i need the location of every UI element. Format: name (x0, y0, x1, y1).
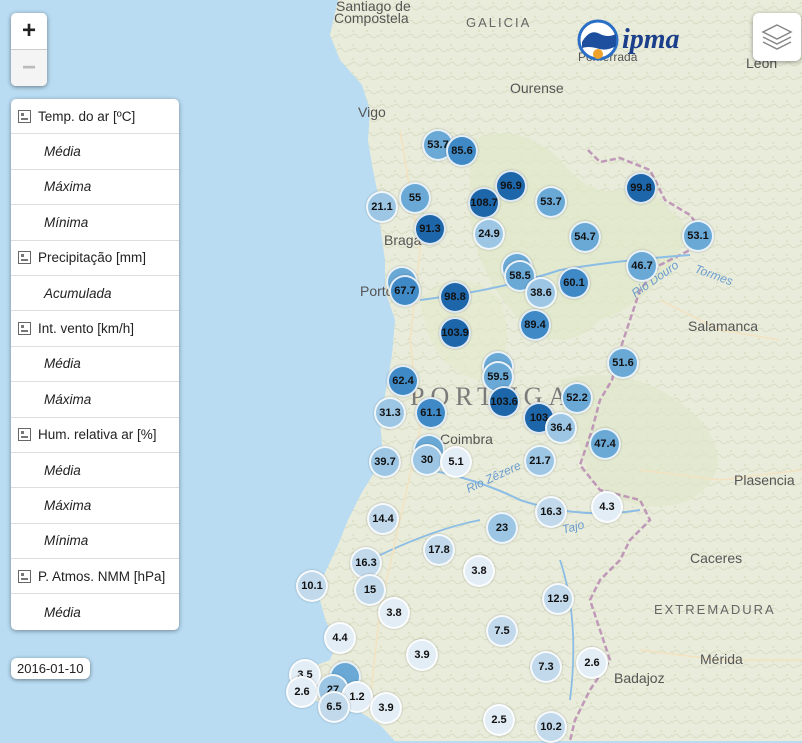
zoom-in-button[interactable]: + (11, 13, 47, 49)
panel-item-hum-maxima[interactable]: Máxima (11, 488, 179, 524)
station-marker[interactable]: 5.1 (440, 446, 472, 478)
ipma-logo: ipma (576, 16, 716, 64)
station-marker[interactable]: 14.4 (367, 503, 399, 535)
table-icon (18, 322, 31, 336)
station-marker[interactable]: 3.8 (378, 597, 410, 629)
ipma-logo-text: ipma (622, 24, 680, 55)
station-marker[interactable]: 96.9 (495, 170, 527, 202)
station-marker[interactable]: 12.9 (542, 583, 574, 615)
station-marker[interactable]: 91.3 (414, 213, 446, 245)
station-marker[interactable]: 61.1 (415, 397, 447, 429)
place-label-badajoz: Badajoz (614, 670, 665, 686)
table-icon (18, 251, 31, 265)
panel-group-wind[interactable]: Int. vento [km/h] (11, 311, 179, 347)
station-marker[interactable]: 36.4 (545, 412, 577, 444)
station-marker[interactable]: 53.1 (682, 220, 714, 252)
place-label-vigo: Vigo (358, 104, 386, 120)
panel-group-label: Hum. relativa ar [%] (38, 427, 157, 443)
table-icon (18, 428, 31, 442)
place-label-galicia: GALICIA (466, 15, 532, 30)
station-marker[interactable]: 52.2 (561, 382, 593, 414)
station-marker[interactable]: 99.8 (625, 172, 657, 204)
place-label-ourense: Ourense (510, 80, 564, 96)
station-marker[interactable]: 51.6 (607, 347, 639, 379)
station-marker[interactable]: 103.6 (488, 386, 520, 418)
panel-item-pressure-media[interactable]: Média (11, 594, 179, 629)
station-marker[interactable]: 3.9 (370, 692, 402, 724)
station-marker[interactable]: 30 (411, 444, 443, 476)
station-marker[interactable]: 23 (486, 512, 518, 544)
table-icon (18, 109, 31, 123)
place-label-caceres: Caceres (690, 550, 743, 566)
panel-item-hum-media[interactable]: Média (11, 453, 179, 489)
panel-item-temp-media[interactable]: Média (11, 134, 179, 170)
place-label-compostela: Compostela (334, 10, 409, 26)
station-marker[interactable]: 3.9 (406, 639, 438, 671)
station-marker[interactable]: 3.8 (463, 555, 495, 587)
station-marker[interactable]: 7.3 (530, 651, 562, 683)
station-marker[interactable]: 54.7 (569, 221, 601, 253)
station-marker[interactable]: 89.4 (519, 309, 551, 341)
place-label-coimbra: Coimbra (440, 431, 493, 447)
station-marker[interactable]: 103.9 (439, 317, 471, 349)
station-marker[interactable]: 21.7 (524, 445, 556, 477)
place-label-merida: Mérida (700, 651, 743, 667)
station-marker[interactable]: 2.5 (483, 704, 515, 736)
station-marker[interactable]: 67.7 (389, 275, 421, 307)
station-marker[interactable]: 62.4 (387, 365, 419, 397)
station-marker[interactable]: 53.7 (535, 186, 567, 218)
place-label-extremadura: EXTREMADURA (654, 602, 776, 617)
station-marker[interactable]: 10.1 (296, 570, 328, 602)
station-marker[interactable]: 46.7 (626, 250, 658, 282)
panel-group-label: P. Atmos. NMM [hPa] (38, 568, 166, 584)
station-marker[interactable]: 60.1 (558, 267, 590, 299)
date-label: 2016-01-10 (11, 658, 90, 679)
station-marker[interactable]: 38.6 (525, 277, 557, 309)
station-marker[interactable]: 17.8 (423, 534, 455, 566)
layers-icon (761, 24, 793, 50)
station-marker[interactable]: 16.3 (535, 496, 567, 528)
station-marker[interactable]: 55 (399, 182, 431, 214)
place-label-salamanca: Salamanca (688, 318, 759, 334)
layers-button[interactable] (753, 13, 801, 61)
panel-group-precip[interactable]: Precipitação [mm] (11, 241, 179, 276)
station-marker[interactable]: 4.3 (591, 491, 623, 523)
panel-item-temp-maxima[interactable]: Máxima (11, 170, 179, 206)
panel-group-temp[interactable]: Temp. do ar [ºC] (11, 99, 179, 135)
station-marker[interactable]: 2.6 (286, 676, 318, 708)
station-marker[interactable]: 98.8 (439, 281, 471, 313)
panel-group-label: Int. vento [km/h] (38, 321, 135, 337)
station-marker[interactable]: 2.6 (576, 647, 608, 679)
station-marker[interactable]: 6.5 (318, 691, 350, 723)
panel-item-wind-media[interactable]: Média (11, 347, 179, 383)
station-marker[interactable]: 4.4 (324, 622, 356, 654)
zoom-out-button[interactable]: − (11, 49, 47, 86)
station-marker[interactable]: 7.5 (486, 615, 518, 647)
station-marker[interactable]: 47.4 (589, 428, 621, 460)
station-marker[interactable]: 21.1 (366, 191, 398, 223)
panel-group-pressure[interactable]: P. Atmos. NMM [hPa] (11, 559, 179, 595)
station-marker[interactable]: 39.7 (369, 446, 401, 478)
ipma-logo-icon (577, 19, 619, 61)
panel-group-humidity[interactable]: Hum. relativa ar [%] (11, 418, 179, 453)
station-marker[interactable]: 31.3 (374, 397, 406, 429)
panel-item-wind-maxima[interactable]: Máxima (11, 382, 179, 418)
variables-panel: Temp. do ar [ºC] Média Máxima Mínima Pre… (11, 99, 179, 630)
panel-group-label: Temp. do ar [ºC] (38, 108, 136, 124)
panel-item-temp-minima[interactable]: Mínima (11, 205, 179, 241)
station-marker[interactable]: 15 (354, 574, 386, 606)
station-marker[interactable]: 24.9 (473, 218, 505, 250)
station-marker[interactable]: 85.6 (446, 135, 478, 167)
table-icon (18, 569, 31, 583)
zoom-control: + − (11, 13, 47, 86)
station-marker[interactable]: 10.2 (535, 711, 567, 743)
panel-item-precip-acumulada[interactable]: Acumulada (11, 276, 179, 312)
station-marker[interactable]: 108.7 (468, 187, 500, 219)
panel-item-hum-minima[interactable]: Mínima (11, 524, 179, 560)
panel-group-label: Precipitação [mm] (38, 250, 147, 266)
place-label-plasencia: Plasencia (734, 472, 795, 488)
